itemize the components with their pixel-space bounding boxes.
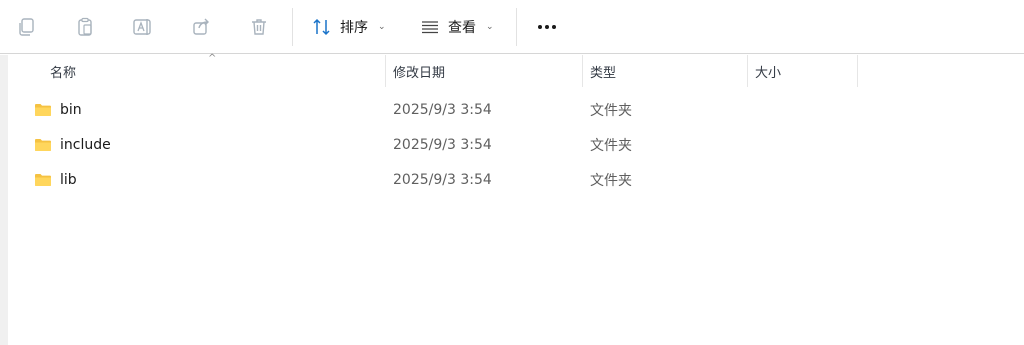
file-row[interactable]: lib 2025/9/3 3:54 文件夹	[8, 163, 908, 197]
column-divider[interactable]	[747, 55, 748, 87]
file-name: include	[60, 137, 111, 153]
file-name: lib	[60, 172, 77, 188]
view-label: 查看	[448, 20, 476, 36]
folder-icon	[35, 174, 51, 186]
column-size[interactable]: 大小	[755, 55, 855, 87]
type-cell: 文件夹	[590, 173, 632, 189]
column-header: ^ 名称 修改日期 类型 大小	[8, 53, 1024, 87]
column-type[interactable]: 类型	[590, 55, 750, 87]
name-cell: bin	[34, 93, 82, 127]
column-name[interactable]: 名称	[50, 55, 380, 87]
file-name: bin	[60, 102, 82, 118]
date-cell: 2025/9/3 3:54	[393, 102, 492, 118]
more-dot-icon	[538, 25, 542, 29]
name-cell: include	[34, 128, 111, 162]
sort-icon	[313, 18, 330, 36]
sort-label: 排序	[340, 20, 368, 36]
rename-icon[interactable]	[128, 12, 158, 42]
more-options-button[interactable]	[532, 12, 562, 42]
column-divider[interactable]	[385, 55, 386, 87]
sort-button[interactable]: 排序 ⌄	[312, 12, 386, 42]
column-divider[interactable]	[582, 55, 583, 87]
folder-icon	[35, 139, 51, 151]
file-row[interactable]: bin 2025/9/3 3:54 文件夹	[8, 93, 908, 127]
more-dot-icon	[552, 25, 556, 29]
more-dot-icon	[545, 25, 549, 29]
column-date-modified[interactable]: 修改日期	[393, 55, 583, 87]
file-row[interactable]: include 2025/9/3 3:54 文件夹	[8, 128, 908, 162]
view-icon	[422, 21, 438, 34]
date-cell: 2025/9/3 3:54	[393, 137, 492, 153]
toolbar-separator	[292, 8, 293, 46]
name-cell: lib	[34, 163, 77, 197]
toolbar-separator	[516, 8, 517, 46]
folder-icon	[35, 104, 51, 116]
view-button[interactable]: 查看 ⌄	[420, 12, 494, 42]
paste-icon[interactable]	[70, 12, 100, 42]
column-divider[interactable]	[857, 55, 858, 87]
type-cell: 文件夹	[590, 138, 632, 154]
date-cell: 2025/9/3 3:54	[393, 172, 492, 188]
command-bar: 排序 ⌄ 查看 ⌄	[0, 0, 1024, 54]
delete-icon[interactable]	[244, 12, 274, 42]
navigation-pane-edge	[0, 55, 8, 345]
copy-icon[interactable]	[11, 12, 41, 42]
share-icon[interactable]	[186, 12, 216, 42]
chevron-down-icon: ⌄	[378, 22, 386, 32]
chevron-down-icon: ⌄	[486, 22, 494, 32]
type-cell: 文件夹	[590, 103, 632, 119]
